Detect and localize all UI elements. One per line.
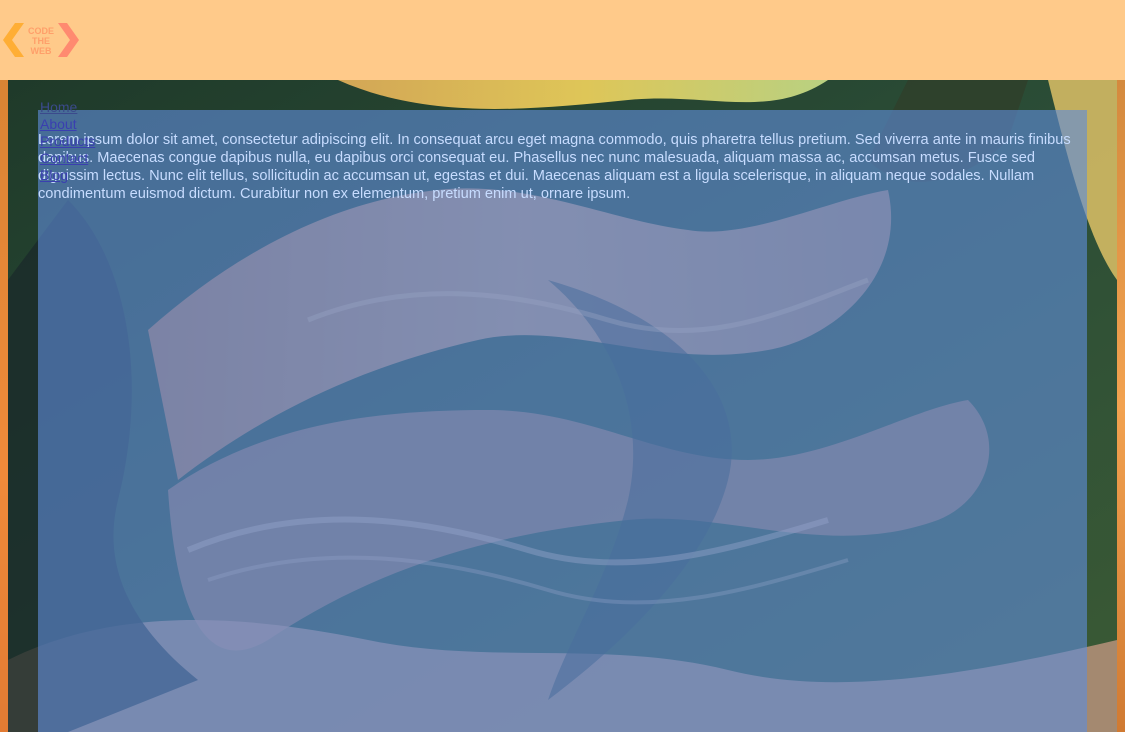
lorem-ipsum-paragraph: Lorem ipsum dolor sit amet, consectetur … [38,132,1071,202]
nav-link-about[interactable]: About [40,116,77,132]
main-content-panel [38,110,1087,732]
nav-item-blog: Blog [40,167,95,184]
code-the-web-logo[interactable]: CODE THE WEB [3,23,79,57]
nav-item-about: About [40,116,95,133]
nav-item-products: Products [40,133,95,150]
nav-link-products[interactable]: Products [40,133,95,149]
nav-link-home[interactable]: Home [40,99,77,115]
nav-link-contact[interactable]: Contact [40,150,88,166]
logo-line-3: WEB [31,46,52,56]
left-edge-stripe [0,80,8,732]
nav-item-contact: Contact [40,150,95,167]
logo-graphic: CODE THE WEB [3,23,79,57]
nav-item-home: Home [40,99,95,116]
main-navigation: Home About Products Contact Blog [40,99,95,184]
logo-line-2: THE [32,36,50,46]
site-header: CODE THE WEB [0,0,1125,80]
nav-link-blog[interactable]: Blog [40,167,68,183]
logo-line-1: CODE [28,26,54,36]
right-edge-stripe [1117,80,1125,732]
